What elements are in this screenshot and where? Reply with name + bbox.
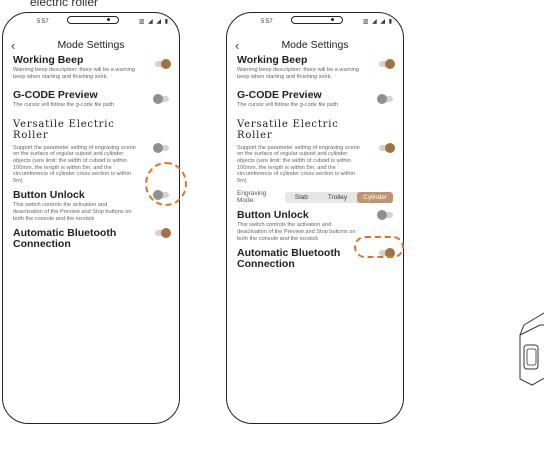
button-unlock-toggle[interactable] <box>377 210 393 221</box>
camera-notch <box>67 16 119 24</box>
setting-title: Button Unlock <box>237 209 309 222</box>
setting-title: Versatile Electric Roller <box>237 118 339 141</box>
mode-slab[interactable]: Slab <box>285 192 318 203</box>
setting-gcode-preview: G-CODE Preview The cursor will follow th… <box>237 90 393 109</box>
setting-title: Working Beep <box>13 54 84 66</box>
mode-trolley[interactable]: Trolley <box>318 192 357 203</box>
setting-title: Automatic Bluetooth Connection <box>237 247 341 271</box>
status-time: 5:57 <box>37 19 49 25</box>
working-beep-toggle[interactable] <box>379 59 395 69</box>
setting-versatile-roller: Versatile Electric Roller Support the pa… <box>13 119 169 185</box>
setting-desc: Support the parameter setting of engravi… <box>13 144 136 184</box>
phone-left: 5:57 ▥ ◢ ◢ ▮ ‹ Mode Settings Working Bee… <box>2 12 180 424</box>
engraving-mode-row: Engraving Mode: Slab Trolley Cylinder <box>237 190 393 204</box>
status-bar: 5:57 ▥ ◢ ◢ ▮ <box>227 13 403 37</box>
setting-title: Working Beep <box>237 54 308 66</box>
setting-button-unlock: Button Unlock This switch controls the a… <box>237 210 393 242</box>
status-icons: ▥ ◢ ◢ ▮ <box>362 19 393 25</box>
settings-list: Working Beep Warning beep description: t… <box>227 55 403 270</box>
gcode-preview-toggle[interactable] <box>377 94 393 105</box>
roller-device-illustration <box>519 312 544 386</box>
phone-right: 5:57 ▥ ◢ ◢ ▮ ‹ Mode Settings Working Bee… <box>226 12 404 424</box>
setting-desc: Support the parameter setting of engravi… <box>237 144 360 184</box>
status-bar: 5:57 ▥ ◢ ◢ ▮ <box>3 13 179 37</box>
versatile-roller-toggle[interactable] <box>153 142 169 153</box>
camera-notch <box>291 16 343 24</box>
auto-bluetooth-toggle[interactable] <box>379 248 395 259</box>
page-title: Mode Settings <box>57 39 125 51</box>
status-icons: ▥ ◢ ◢ ▮ <box>138 19 169 25</box>
setting-title: Versatile Electric Roller <box>13 118 115 141</box>
status-time: 5:57 <box>261 19 273 25</box>
setting-desc: Warning beep description: there will be … <box>13 67 135 80</box>
page-title: Mode Settings <box>281 39 349 51</box>
setting-versatile-roller: Versatile Electric Roller Support the pa… <box>237 118 395 185</box>
setting-auto-bluetooth: Automatic Bluetooth Connection <box>13 227 171 251</box>
setting-title: Button Unlock <box>13 189 85 202</box>
setting-working-beep: Working Beep Warning beep description: t… <box>237 54 395 80</box>
setting-desc: The cursor will follow the g-code file p… <box>13 102 115 109</box>
setting-button-unlock: Button Unlock This switch controls the a… <box>13 190 169 222</box>
engraving-mode-label: Engraving Mode: <box>237 190 267 205</box>
setting-title: G-CODE Preview <box>237 89 322 102</box>
setting-auto-bluetooth: Automatic Bluetooth Connection <box>237 247 395 271</box>
setting-gcode-preview: G-CODE Preview The cursor will follow th… <box>13 90 169 109</box>
nav-bar: ‹ Mode Settings <box>227 37 403 55</box>
setting-desc: This switch controls the activation and … <box>237 222 356 242</box>
versatile-roller-toggle[interactable] <box>379 142 395 153</box>
nav-bar: ‹ Mode Settings <box>3 37 179 55</box>
setting-desc: This switch controls the activation and … <box>13 202 132 222</box>
setting-desc: The cursor will follow the g-code file p… <box>237 102 339 109</box>
engraving-mode-selector: Slab Trolley Cylinder <box>284 191 393 203</box>
setting-title: G-CODE Preview <box>13 89 98 102</box>
setting-working-beep: Working Beep Warning beep description: t… <box>13 54 171 80</box>
caption: electric roller <box>30 0 99 9</box>
setting-desc: Warning beep description: there will be … <box>237 67 359 80</box>
working-beep-toggle[interactable] <box>155 59 171 69</box>
setting-title: Automatic Bluetooth Connection <box>13 227 117 251</box>
settings-list: Working Beep Warning beep description: t… <box>3 55 179 250</box>
mode-cylinder[interactable]: Cylinder <box>357 191 393 203</box>
auto-bluetooth-toggle[interactable] <box>155 228 171 239</box>
button-unlock-toggle[interactable] <box>153 190 169 201</box>
gcode-preview-toggle[interactable] <box>153 94 169 105</box>
